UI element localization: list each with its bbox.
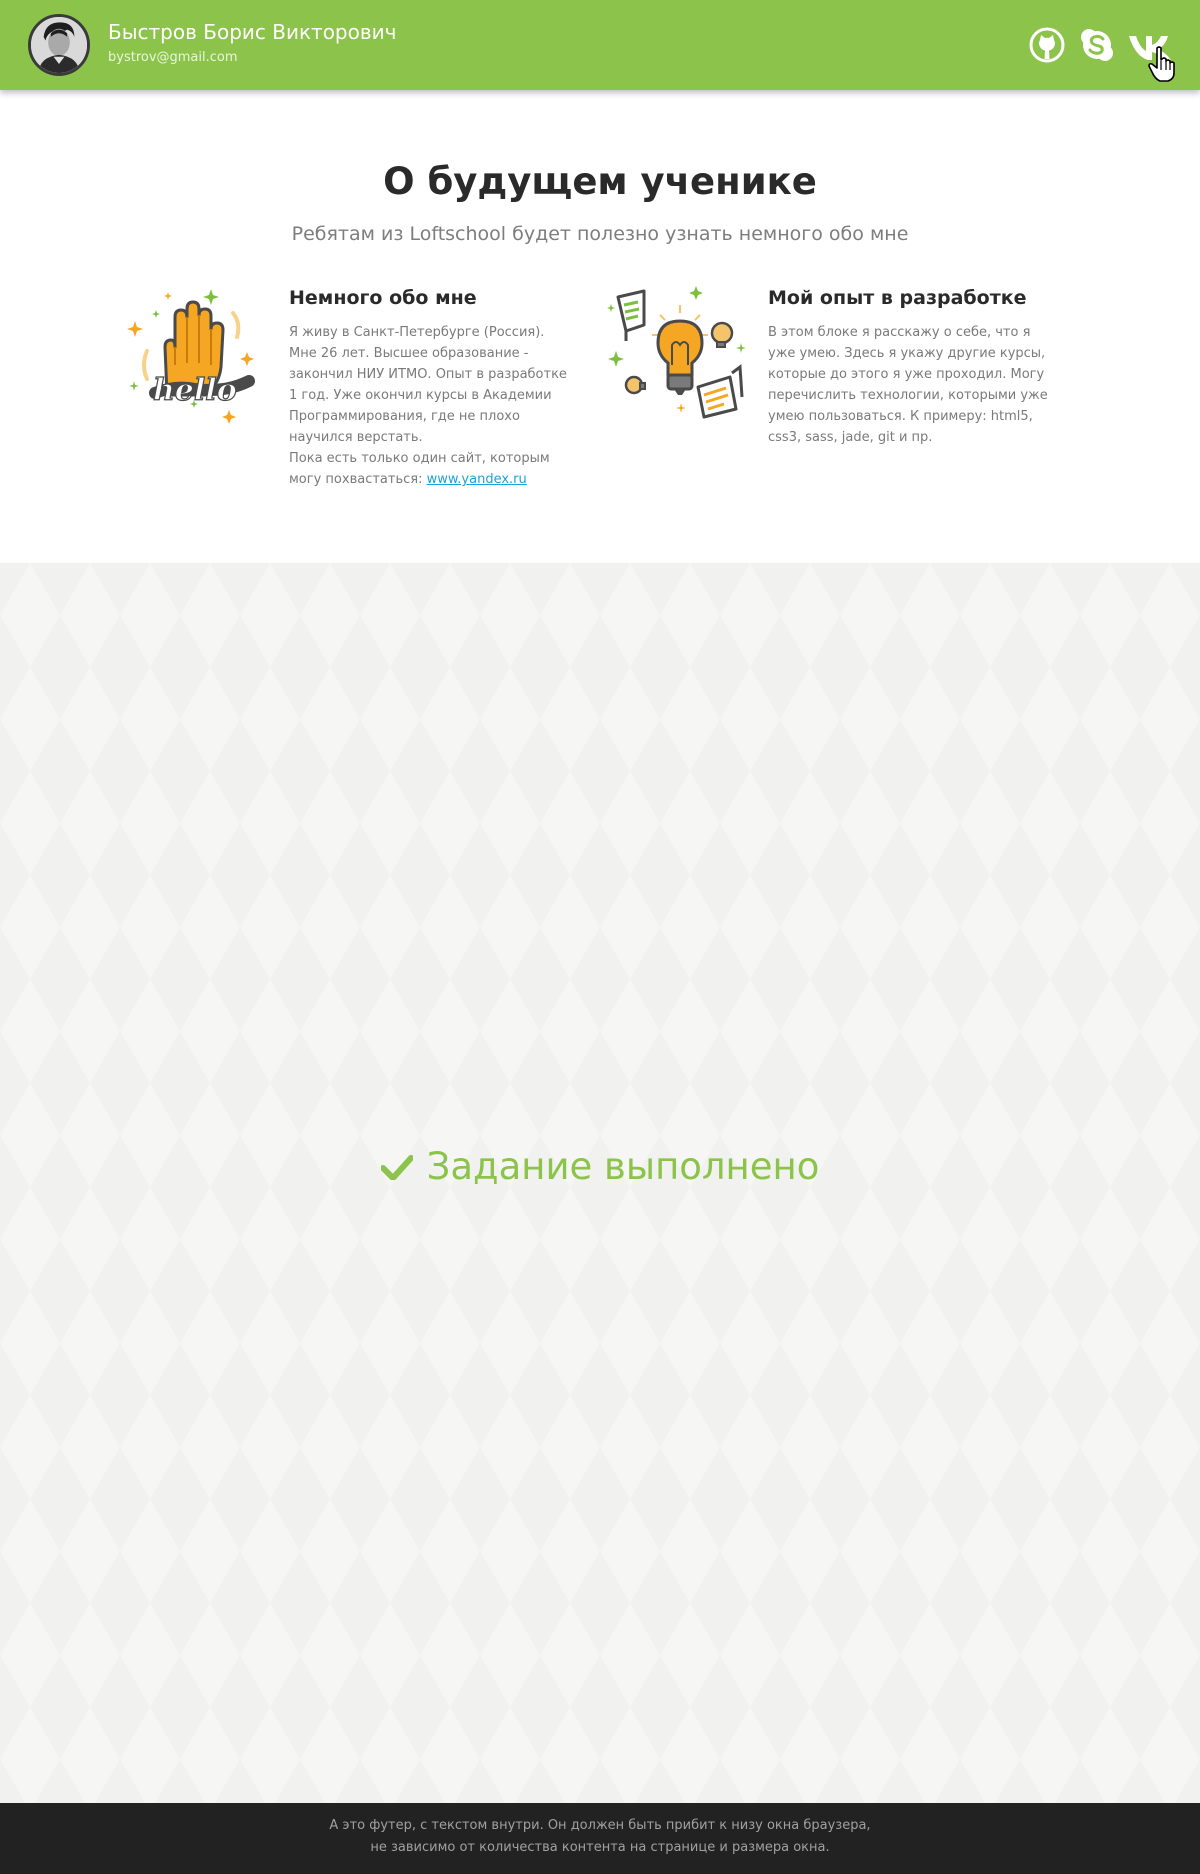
main-content: Задание выполнено [0, 563, 1200, 1803]
experience-block-text: В этом блоке я расскажу о себе, что я уж… [768, 325, 1048, 445]
site-header: Быстров Борис Викторович bystrov@gmail.c… [0, 0, 1200, 90]
github-link[interactable] [1028, 26, 1066, 64]
about-block-text: Я живу в Санкт-Петербурге (Россия). Мне … [289, 322, 574, 490]
about-block-paragraph: Я живу в Санкт-Петербурге (Россия). Мне … [289, 325, 567, 445]
experience-block-title: Мой опыт в разработке [768, 287, 1027, 309]
svg-text:hello: hello [153, 373, 237, 408]
github-icon [1029, 27, 1065, 63]
about-block-title: Немного обо мне [289, 287, 477, 309]
user-email: bystrov@gmail.com [108, 50, 238, 65]
user-name: Быстров Борис Викторович [108, 20, 397, 44]
avatar [28, 14, 90, 76]
skype-link[interactable] [1078, 26, 1116, 64]
footer-text-line2: не зависимо от количества контента на ст… [370, 1840, 830, 1855]
skype-icon [1081, 29, 1113, 61]
task-status-text: Задание выполнено [426, 1145, 820, 1188]
page-subtitle: Ребятам из Loftschool будет полезно узна… [291, 223, 909, 245]
page-title: О будущем ученике [383, 160, 817, 203]
footer-text-line1: А это футер, с текстом внутри. Он должен… [329, 1818, 871, 1833]
yandex-link[interactable]: www.yandex.ru [427, 472, 527, 487]
lightbulb-icon [607, 286, 746, 419]
hello-hand-icon: hello [127, 289, 255, 424]
task-status: Задание выполнено [0, 1145, 1200, 1188]
user-photo-icon [31, 17, 87, 73]
about-section: О будущем ученике Ребятам из Loftschool … [0, 90, 1200, 563]
site-footer: А это футер, с текстом внутри. Он должен… [0, 1803, 1200, 1874]
checkmark-icon [380, 1154, 413, 1180]
hand-cursor-icon [1148, 46, 1175, 82]
